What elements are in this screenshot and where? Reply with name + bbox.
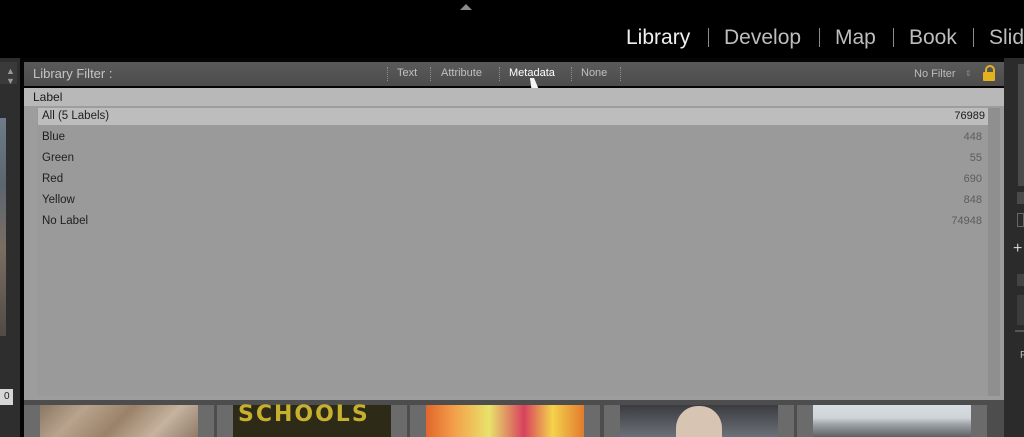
collapse-top-panel-icon[interactable] xyxy=(460,4,472,10)
list-item-count: 690 xyxy=(963,173,982,185)
filter-tab-separator xyxy=(387,67,388,81)
module-separator xyxy=(893,28,894,47)
histogram-preview xyxy=(1018,64,1024,186)
library-filter-title: Library Filter : xyxy=(33,66,113,81)
left-panel-updown-icon[interactable]: ▲ ▼ xyxy=(6,66,15,86)
module-separator xyxy=(708,28,709,47)
list-item-label[interactable]: Yellow xyxy=(42,194,75,206)
module-separator xyxy=(819,28,820,47)
module-library[interactable]: Library xyxy=(626,26,690,50)
filter-preset-dropdown[interactable]: No Filter xyxy=(914,68,956,80)
add-icon[interactable]: + xyxy=(1013,240,1022,258)
module-separator xyxy=(973,28,974,47)
list-item-label[interactable]: No Label xyxy=(42,215,88,227)
right-panel-control[interactable] xyxy=(1017,192,1024,204)
photo-thumbnail[interactable] xyxy=(426,405,584,437)
list-item-count: 848 xyxy=(963,194,982,206)
column-header-label[interactable]: Label xyxy=(33,90,62,104)
module-map[interactable]: Map xyxy=(835,26,876,50)
filter-tab-text[interactable]: Text xyxy=(397,67,417,79)
list-item-count: 55 xyxy=(969,152,982,164)
label-list-scrollbar[interactable] xyxy=(988,108,1000,396)
list-item-selected[interactable] xyxy=(38,108,988,125)
filter-tab-none[interactable]: None xyxy=(581,67,607,79)
list-item-label[interactable]: Red xyxy=(42,173,63,185)
list-item-count: 76989 xyxy=(954,110,985,122)
module-slideshow[interactable]: Slid xyxy=(989,26,1024,50)
filter-tab-separator xyxy=(430,67,431,81)
right-panel-label: F xyxy=(1020,350,1024,361)
divider xyxy=(1015,330,1024,332)
list-item-count: 74948 xyxy=(951,215,982,227)
list-item-count: 448 xyxy=(963,131,982,143)
filter-tab-separator xyxy=(620,67,621,81)
navigator-preview[interactable] xyxy=(0,118,6,336)
left-readout-value: 0 xyxy=(4,391,10,402)
module-book[interactable]: Book xyxy=(909,26,957,50)
right-panel-control[interactable] xyxy=(1017,295,1024,325)
column-header[interactable] xyxy=(24,88,1004,106)
right-panel-control[interactable] xyxy=(1017,274,1024,286)
photo-sign-text: SCHOOLS xyxy=(238,402,370,427)
list-item-label[interactable]: Blue xyxy=(42,131,65,143)
filter-tab-attribute[interactable]: Attribute xyxy=(441,67,482,79)
dropdown-arrows-icon[interactable]: ⇕ xyxy=(965,69,972,78)
photo-thumbnail[interactable] xyxy=(813,405,971,437)
filter-tab-separator xyxy=(499,67,500,81)
right-panel-checkbox[interactable] xyxy=(1017,213,1024,227)
module-develop[interactable]: Develop xyxy=(724,26,801,50)
label-list xyxy=(37,108,988,396)
lock-icon[interactable] xyxy=(983,72,995,81)
filter-tab-separator xyxy=(571,67,572,81)
list-item-label[interactable]: All (5 Labels) xyxy=(42,110,109,122)
list-item-label[interactable]: Green xyxy=(42,152,74,164)
photo-thumbnail[interactable] xyxy=(40,405,198,437)
